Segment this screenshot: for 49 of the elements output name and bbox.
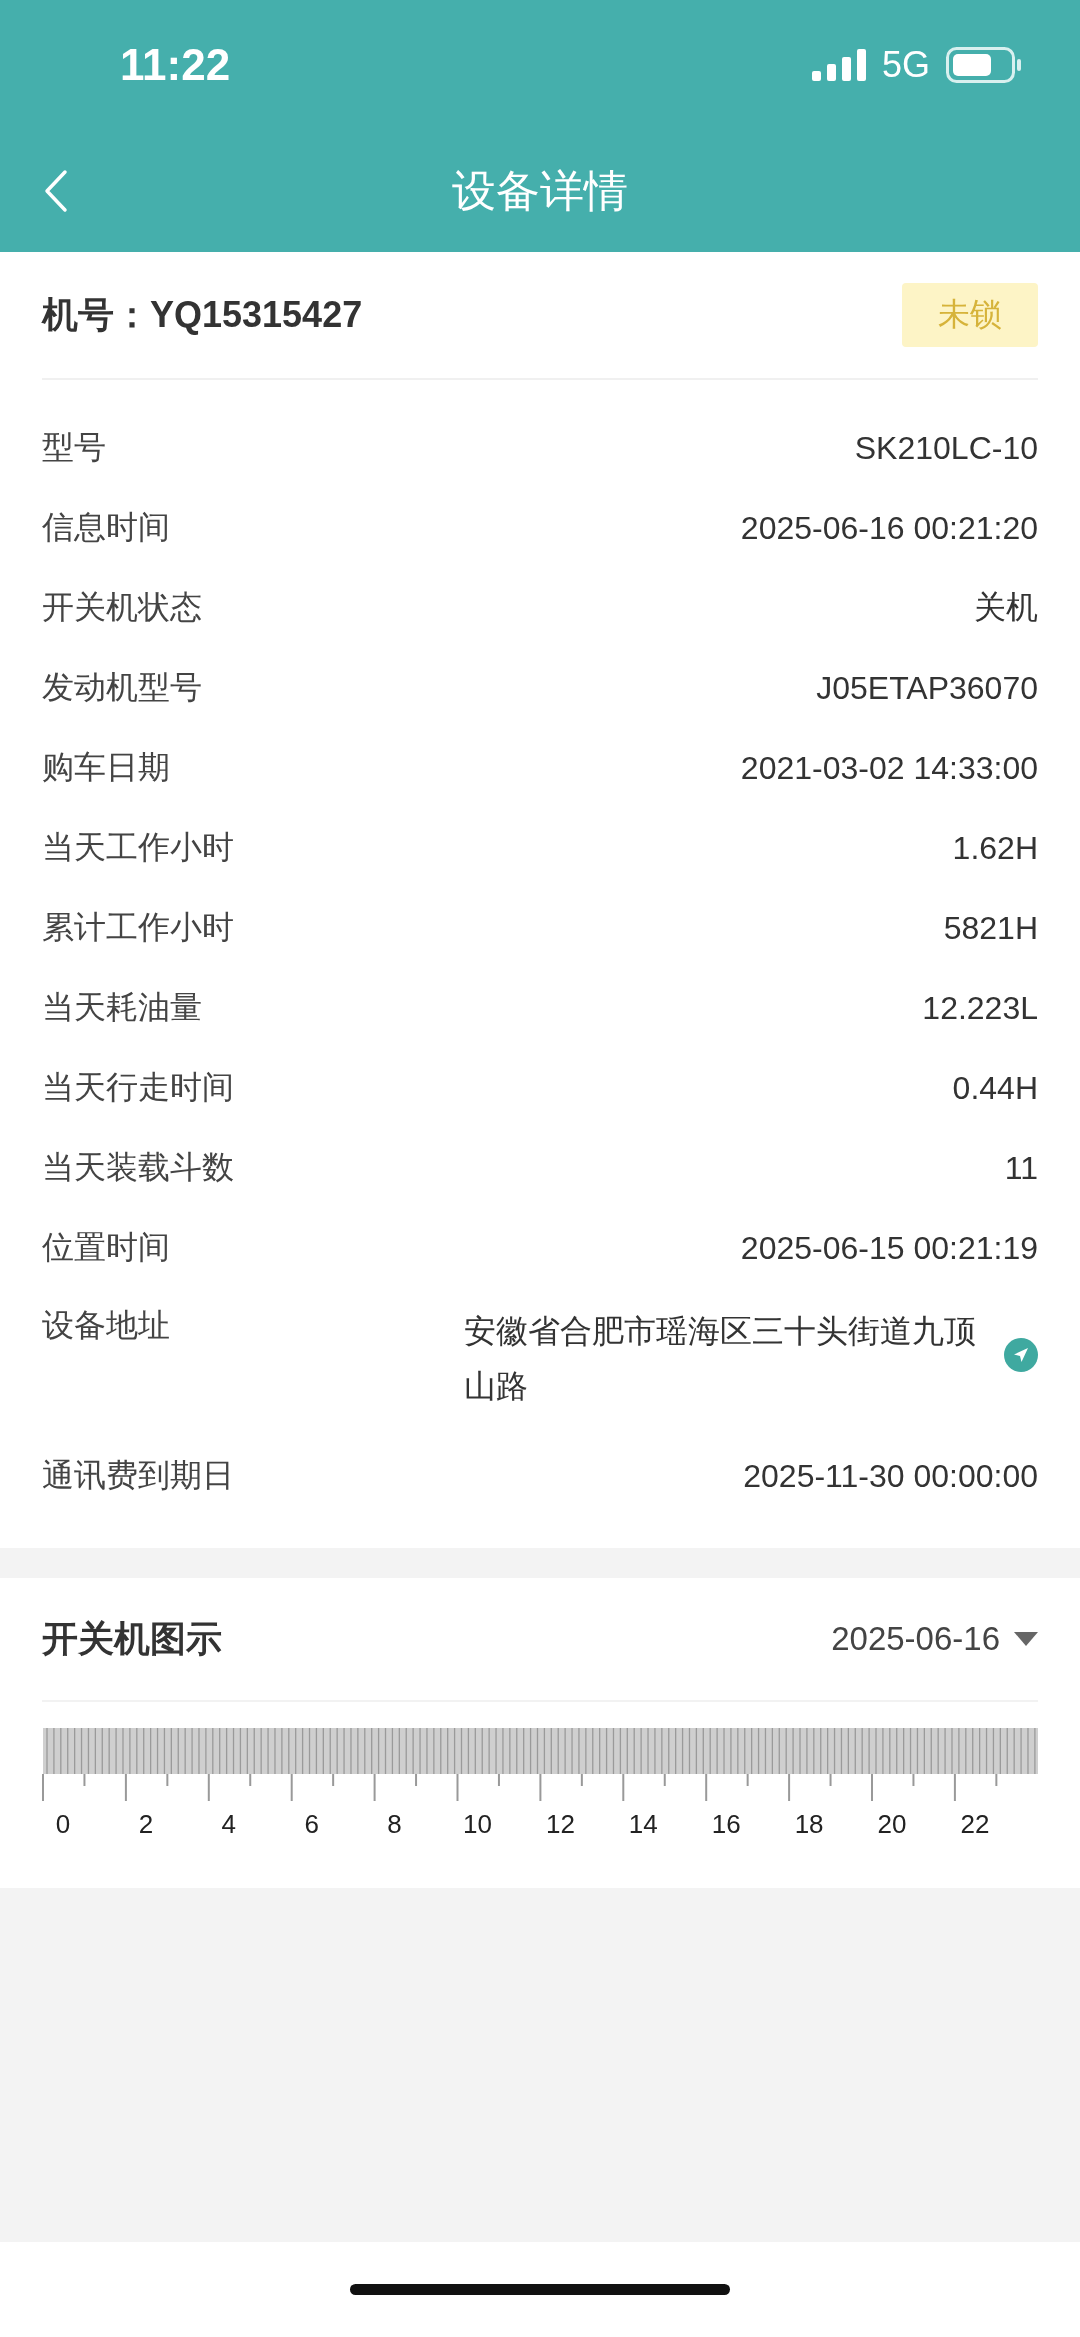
field-value: SK210LC-10 xyxy=(854,429,1038,467)
signal-icon xyxy=(811,49,866,81)
axis-label: 12 xyxy=(545,1809,575,1839)
axis-label: 18 xyxy=(794,1809,824,1839)
axis-label: 14 xyxy=(628,1809,658,1839)
field-label: 型号 xyxy=(42,427,106,468)
axis-label: 6 xyxy=(304,1809,319,1839)
axis-label: 16 xyxy=(711,1809,741,1839)
field-label: 当天装载斗数 xyxy=(42,1147,234,1188)
field-label: 当天工作小时 xyxy=(42,827,234,868)
field-label: 购车日期 xyxy=(42,747,170,788)
status-time: 11:22 xyxy=(120,40,231,90)
lock-status-badge: 未锁 xyxy=(902,283,1038,347)
field-label: 当天行走时间 xyxy=(42,1067,234,1108)
network-label: 5G xyxy=(881,44,930,86)
field-value: 0.44H xyxy=(952,1069,1038,1107)
address-value: 安徽省合肥市瑶海区三十头街道九顶山路 xyxy=(464,1311,977,1407)
field-value: 2025-06-16 00:21:20 xyxy=(740,509,1038,547)
field-label: 信息时间 xyxy=(42,507,170,548)
axis-label: 2 xyxy=(138,1809,154,1839)
battery-icon xyxy=(946,47,1022,83)
axis-label: 20 xyxy=(877,1809,907,1839)
field-label: 设备地址 xyxy=(42,1305,170,1346)
field-value: 11 xyxy=(1004,1149,1038,1187)
field-value: 12.223L xyxy=(922,989,1038,1027)
field-label: 通讯费到期日 xyxy=(42,1455,234,1496)
axis-label: 8 xyxy=(387,1809,402,1839)
field-label: 发动机型号 xyxy=(42,667,202,708)
field-value: 1.62H xyxy=(952,829,1038,867)
field-value: 关机 xyxy=(974,588,1038,627)
field-value: 2025-06-15 00:21:19 xyxy=(740,1229,1038,1267)
field-value: J05ETAP36070 xyxy=(816,669,1038,707)
field-value: 5821H xyxy=(943,909,1038,947)
machine-number: 机号：YQ15315427 xyxy=(42,292,363,337)
page-title: 设备详情 xyxy=(452,163,628,218)
date-dropdown[interactable]: 2025-06-16 xyxy=(831,1620,1038,1658)
field-label: 位置时间 xyxy=(42,1227,170,1268)
chart-title: 开关机图示 xyxy=(42,1616,222,1661)
field-label: 累计工作小时 xyxy=(42,907,234,948)
axis-label: 4 xyxy=(221,1809,237,1839)
back-icon[interactable] xyxy=(44,169,68,213)
caret-icon xyxy=(1014,1632,1038,1646)
axis-label: 0 xyxy=(55,1809,71,1839)
field-label: 当天耗油量 xyxy=(42,987,202,1028)
field-value: 2025-11-30 00:00:00 xyxy=(743,1457,1038,1495)
field-value: 2021-03-02 14:33:00 xyxy=(740,749,1038,787)
axis-label: 10 xyxy=(463,1809,492,1839)
field-label: 开关机状态 xyxy=(42,587,202,628)
axis-label: 22 xyxy=(960,1809,990,1839)
